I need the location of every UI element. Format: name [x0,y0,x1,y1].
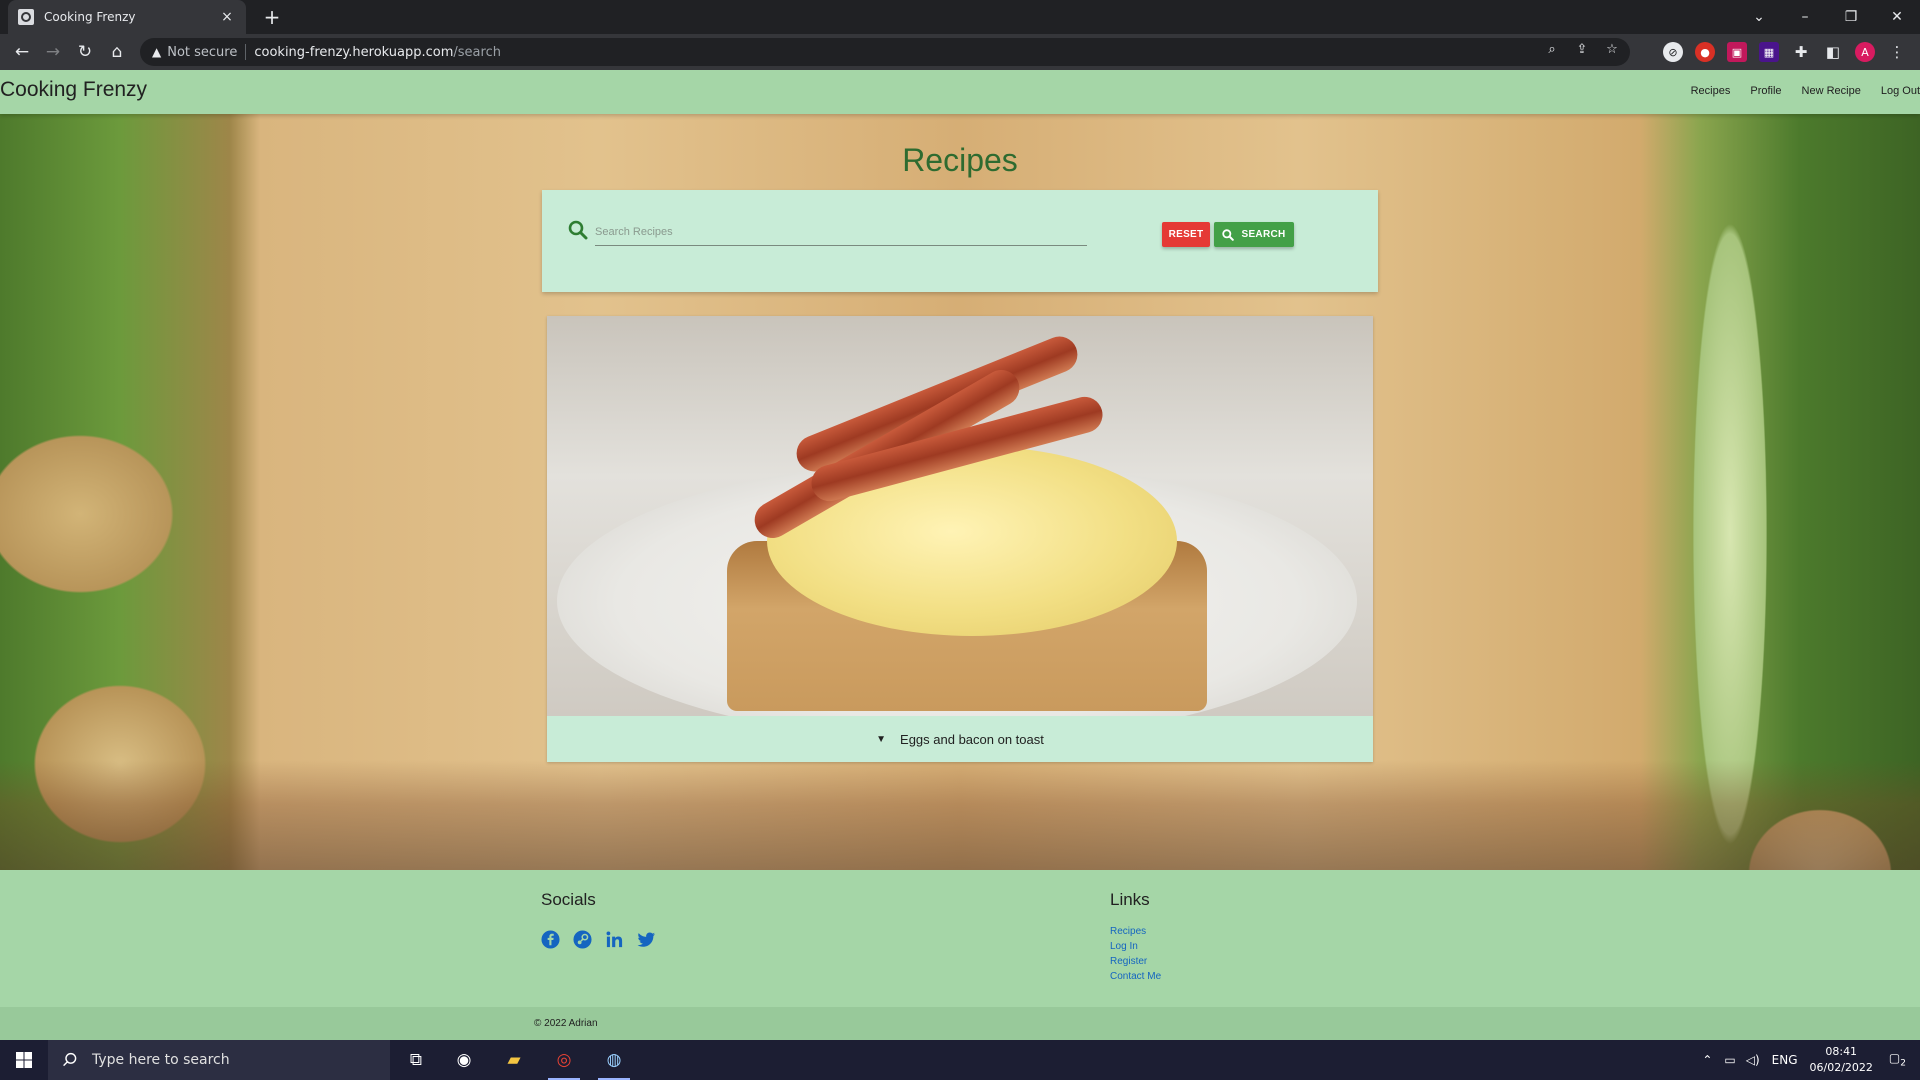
twitter-icon[interactable] [637,930,656,949]
nav-log-out[interactable]: Log Out [1881,85,1920,97]
volume-icon[interactable]: ◁) [1746,1053,1760,1067]
notification-icon[interactable]: ▢2 [1889,1051,1906,1068]
site-favicon-icon [18,9,34,25]
copyright-text: © 2022 Adrian [534,1018,598,1029]
profile-avatar[interactable]: A [1855,42,1875,62]
search-input[interactable] [595,218,1087,246]
search-button[interactable]: SEARCH [1214,222,1294,247]
url-path: /search [453,44,501,60]
warning-icon: ▲ [152,45,162,59]
task-view-icon[interactable]: ⧉ [392,1040,440,1080]
address-divider [245,44,247,60]
clock-date: 06/02/2022 [1809,1061,1873,1074]
clock[interactable]: 08:41 06/02/2022 [1810,1044,1873,1076]
extensions-puzzle-icon[interactable]: ✚ [1791,42,1811,62]
notification-count: 2 [1900,1058,1906,1069]
bookmark-star-icon[interactable]: ☆ [1602,42,1622,57]
recipe-title: Eggs and bacon on toast [900,731,1044,747]
steam-taskbar-icon[interactable]: ◉ [440,1040,488,1080]
close-window-icon[interactable]: ✕ [1874,0,1920,34]
tray-chevron-icon[interactable]: ⌃ [1702,1053,1712,1067]
recipe-card[interactable]: ▼ Eggs and bacon on toast [547,316,1373,762]
web-page: Cooking Frenzy Recipes Profile New Recip… [0,70,1920,1040]
file-explorer-icon[interactable]: ▰ [490,1040,538,1080]
caret-down-icon: ▼ [876,733,887,745]
search-icon [568,220,588,240]
footer-link-recipes[interactable]: Recipes [1110,924,1161,939]
search-icon [1222,228,1235,241]
address-bar[interactable]: ▲ Not secure cooking-frenzy.herokuapp.co… [140,38,1630,66]
site-navbar: Cooking Frenzy Recipes Profile New Recip… [0,70,1920,114]
new-tab-button[interactable]: + [260,5,284,29]
taskbar-search-placeholder: Type here to search [92,1052,230,1068]
extension-red-icon[interactable]: ● [1695,42,1715,62]
page-title: Recipes [902,142,1018,178]
social-links [541,930,656,949]
linkedin-icon[interactable] [605,930,624,949]
tab-search-chevron-icon[interactable]: ⌄ [1736,0,1782,34]
app-taskbar-icon[interactable]: ◍ [590,1040,638,1080]
extension-purple-icon[interactable]: ▦ [1759,42,1779,62]
forward-arrow-icon[interactable]: → [41,40,65,64]
language-indicator[interactable]: ENG [1772,1053,1798,1067]
site-brand[interactable]: Cooking Frenzy [0,78,147,102]
minimize-icon[interactable]: – [1782,0,1828,34]
browser-menu-icon[interactable]: ⋮ [1887,42,1907,62]
search-icon [63,1052,77,1067]
clock-time: 08:41 [1825,1045,1858,1058]
share-icon[interactable]: ⇪ [1572,42,1592,57]
browser-tab[interactable]: Cooking Frenzy × [8,0,246,34]
tab-title: Cooking Frenzy [44,10,136,24]
steam-icon[interactable] [573,930,592,949]
reload-icon[interactable]: ↻ [73,40,97,64]
recipe-collapsible-header[interactable]: ▼ Eggs and bacon on toast [547,716,1373,762]
recipe-image[interactable] [547,316,1373,716]
search-button-label: SEARCH [1241,229,1286,240]
search-card: RESET SEARCH [542,190,1378,292]
back-arrow-icon[interactable]: ← [10,40,34,64]
home-icon[interactable]: ⌂ [105,40,129,64]
footer-links: Recipes Log In Register Contact Me [1110,924,1161,984]
windows-start-icon[interactable] [0,1040,48,1080]
windows-taskbar: Type here to search ⧉ ◉ ▰ ◎ ◍ ⌃ ▭ ◁) ENG… [0,1040,1920,1080]
footer-link-contact-me[interactable]: Contact Me [1110,969,1161,984]
links-heading: Links [1110,890,1150,909]
extension-pdf-icon[interactable]: ▣ [1727,42,1747,62]
chrome-icon[interactable]: ◎ [540,1040,588,1080]
nav-profile[interactable]: Profile [1750,85,1781,97]
tab-close-icon[interactable]: × [218,9,236,25]
footer-link-register[interactable]: Register [1110,954,1161,969]
site-footer: Socials Links Recipes Log In Register Co… [0,870,1920,1040]
facebook-icon[interactable] [541,930,560,949]
security-status[interactable]: Not secure [167,45,237,60]
nav-links: Recipes Profile New Recipe Log Out [1691,85,1920,97]
network-icon[interactable]: ▭ [1724,1053,1735,1067]
taskbar-search-box[interactable]: Type here to search [48,1040,390,1080]
browser-toolbar: ← → ↻ ⌂ ▲ Not secure cooking-frenzy.hero… [0,34,1920,70]
url-host: cooking-frenzy.herokuapp.com [254,44,454,60]
side-panel-icon[interactable]: ◧ [1823,42,1843,62]
restore-icon[interactable]: ❐ [1828,0,1874,34]
nav-new-recipe[interactable]: New Recipe [1802,85,1861,97]
copyright-bar: © 2022 Adrian [0,1007,1920,1040]
reset-button[interactable]: RESET [1162,222,1210,247]
browser-tab-bar: Cooking Frenzy × + ⌄ – ❐ ✕ [0,0,1920,34]
footer-link-log-in[interactable]: Log In [1110,939,1161,954]
socials-heading: Socials [541,890,596,909]
system-tray: ⌃ ▭ ◁) ENG 08:41 06/02/2022 ▢2 [1702,1040,1920,1080]
zoom-icon[interactable]: ⌕ [1542,42,1562,57]
extension-blocker-icon[interactable]: ⊘ [1663,42,1683,62]
nav-recipes[interactable]: Recipes [1691,85,1731,97]
